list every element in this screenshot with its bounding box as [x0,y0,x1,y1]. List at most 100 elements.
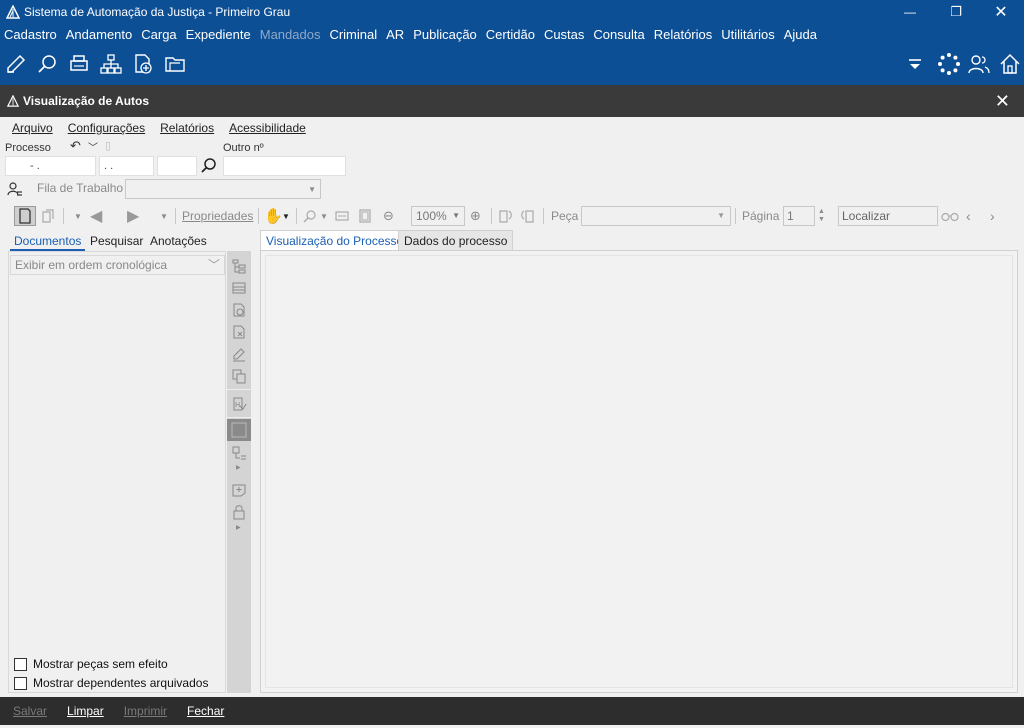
propriedades-button[interactable]: Propriedades [182,203,253,229]
rotate-left-icon[interactable] [496,203,514,229]
strip-separator [227,389,251,390]
menu-consulta[interactable]: Consulta [593,27,644,42]
zoom-out-icon[interactable]: ⊖ [383,203,394,229]
undo-icon[interactable]: ↶ [70,138,81,154]
fechar-button[interactable]: Fechar [187,704,224,718]
sign-document-icon[interactable] [231,346,247,362]
search-document-icon[interactable] [36,52,60,76]
menu-andamento[interactable]: Andamento [66,27,133,42]
dropdown-arrow-icon[interactable]: ▼ [282,203,290,229]
menu-ar[interactable]: AR [386,27,404,42]
document-remove-icon[interactable] [231,324,247,340]
tab-documentos[interactable]: Documentos [10,231,86,251]
zoom-select[interactable]: 100% ▼ [411,206,465,226]
menu-expediente[interactable]: Expediente [186,27,251,42]
menu-configuracoes[interactable]: Configurações [68,121,145,135]
pagina-input[interactable]: 1 [783,206,815,226]
find-previous-icon[interactable]: ‹ [966,203,971,229]
tab-anotacoes[interactable]: Anotações [146,231,211,251]
outro-label: Outro nº [223,142,264,154]
close-button[interactable]: ✕ [978,0,1024,24]
dropdown-arrow-icon[interactable]: ▼ [74,203,82,229]
close-icon: ✕ [994,4,1008,21]
menu-custas[interactable]: Custas [544,27,584,42]
processo-field-2[interactable]: . . [99,156,154,176]
hierarchy-icon[interactable] [99,52,123,76]
add-document-icon[interactable] [131,52,155,76]
chevron-down-icon[interactable]: ﹀ [88,139,98,154]
order-select[interactable]: Exibir em ordem cronológica ﹀ [10,255,225,275]
menu-carga[interactable]: Carga [141,27,176,42]
menu-ajuda[interactable]: Ajuda [784,27,817,42]
lock-icon[interactable] [231,504,247,520]
next-icon[interactable]: ▶ [127,203,139,229]
chevron-down-icon: ▼ [452,211,460,220]
list-view-icon[interactable] [231,280,247,296]
home-icon[interactable] [998,52,1022,76]
document-viewer[interactable] [260,250,1018,693]
pagina-label: Página [742,209,780,223]
tab-pesquisar[interactable]: Pesquisar [86,231,147,251]
page-spinner-icon[interactable]: ▲ ▼ [818,203,825,229]
checkbox-box[interactable] [14,676,27,690]
menu-certidao[interactable]: Certidão [486,27,535,42]
selected-strip-button[interactable] [227,419,251,441]
folder-icon[interactable] [163,52,187,76]
search-button[interactable] [200,157,220,175]
fit-page-icon[interactable] [358,203,372,229]
checkbox-box[interactable] [14,657,27,671]
history-icon[interactable]: H [231,396,247,412]
copy-documents-icon[interactable] [231,368,247,384]
single-page-button[interactable] [14,206,36,226]
binoculars-icon[interactable] [941,203,959,229]
loading-spinner-icon[interactable] [937,52,961,76]
menu-utilitarios[interactable]: Utilitários [721,27,774,42]
two-pages-icon[interactable] [40,203,56,229]
zoom-tool-icon[interactable] [303,203,317,229]
dropdown-filter-icon[interactable] [903,52,927,76]
menu-publicacao[interactable]: Publicação [413,27,477,42]
hand-pan-icon[interactable]: ✋ [264,203,283,229]
menu-relatorios[interactable]: Relatórios [654,27,713,42]
find-next-icon[interactable]: › [990,203,995,229]
menu-mandados: Mandados [259,26,321,42]
expand-arrow-icon[interactable]: ▶ [236,464,241,471]
menu-criminal[interactable]: Criminal [329,27,377,42]
tab-dados-processo[interactable]: Dados do processo [398,230,514,250]
edit-icon[interactable] [4,52,28,76]
document-list-icon[interactable] [231,445,247,461]
dropdown-arrow-icon[interactable]: ▼ [320,203,328,229]
restore-button[interactable]: ❐ [933,0,979,24]
printer-icon[interactable] [67,52,91,76]
viewer-canvas [265,255,1013,688]
fila-label: Fila de Trabalho [37,181,124,195]
zoom-in-icon[interactable]: ⊕ [470,203,481,229]
dropdown-arrow-icon[interactable]: ▼ [160,203,168,229]
add-note-icon[interactable] [231,482,247,498]
menu-relatorios-inner[interactable]: Relatórios [160,121,214,135]
localizar-input[interactable]: Localizar [838,206,938,226]
inner-close-icon[interactable]: ✕ [995,91,1010,112]
users-icon[interactable] [967,52,991,76]
expand-arrow-icon[interactable]: ▶ [236,524,241,531]
menu-arquivo[interactable]: Arquivo [12,121,53,135]
limpar-button[interactable]: Limpar [67,704,104,718]
tree-view-icon[interactable] [231,258,247,274]
menu-acessibilidade[interactable]: Acessibilidade [229,121,306,135]
document-certificate-icon[interactable] [231,302,247,318]
copy-icon[interactable]: ▯ [105,139,111,152]
restore-icon: ❐ [950,4,962,19]
mostrar-dependentes-arquivados-checkbox[interactable]: Mostrar dependentes arquivados [14,676,208,690]
rotate-right-icon[interactable] [519,203,537,229]
fila-select[interactable]: ▼ [125,179,321,199]
minimize-button[interactable]: — [887,0,933,24]
previous-icon[interactable]: ◀ [90,203,102,229]
menu-cadastro[interactable]: Cadastro [4,27,57,42]
processo-field-3[interactable] [157,156,197,176]
mostrar-pecas-sem-efeito-checkbox[interactable]: Mostrar peças sem efeito [14,657,168,671]
processo-field-1[interactable]: - . [5,156,96,176]
fit-width-icon[interactable] [335,203,349,229]
outro-numero-input[interactable] [223,156,346,176]
peca-select[interactable]: ▼ [581,206,731,226]
tab-visualizacao-processo[interactable]: Visualização do Processo [260,230,410,250]
